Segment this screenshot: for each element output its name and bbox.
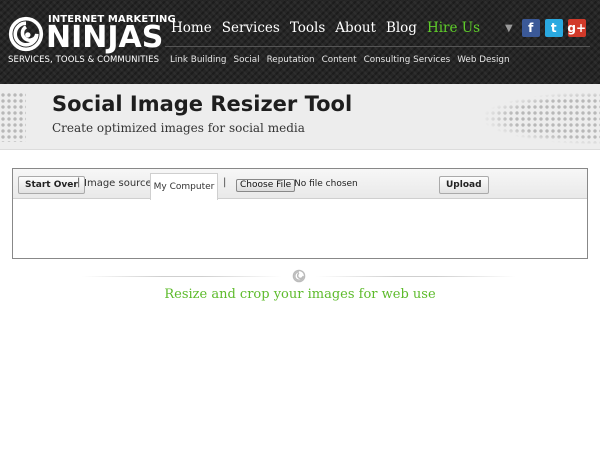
subnav-reputation[interactable]: Reputation [267, 55, 315, 65]
page-title: Social Image Resizer Tool [52, 92, 353, 116]
toolbar-separator: | [77, 177, 81, 188]
subnav-web-design[interactable]: Web Design [457, 55, 509, 65]
start-over-button[interactable]: Start Over [18, 176, 85, 194]
decorative-dots-left [0, 92, 26, 142]
section-divider-left [82, 276, 282, 277]
resizer-tool-panel: Start Over | Image source: My Computer |… [12, 168, 588, 259]
swirl-icon [292, 269, 306, 283]
upload-button[interactable]: Upload [439, 176, 489, 194]
triangle-down-icon[interactable]: ▼ [505, 23, 513, 34]
site-header: INTERNET MARKETING NINJAS SERVICES, TOOL… [0, 0, 600, 84]
facebook-icon[interactable]: f [521, 19, 540, 37]
decorative-dots-right [484, 92, 600, 144]
ninja-swirl-icon [8, 16, 44, 52]
section-divider-right [316, 276, 516, 277]
logo-name: NINJAS [46, 20, 164, 55]
sub-nav: Link Building Social Reputation Content … [170, 55, 510, 65]
logo-tagline: SERVICES, TOOLS & COMMUNITIES [8, 55, 160, 65]
file-status-text: No file chosen [294, 179, 358, 189]
image-source-label: Image source: [84, 178, 156, 189]
subnav-content[interactable]: Content [322, 55, 357, 65]
nav-hire-us[interactable]: Hire Us [427, 20, 480, 36]
twitter-icon[interactable]: t [544, 19, 563, 37]
social-links: ▼ f t g+ [505, 19, 586, 37]
nav-tools[interactable]: Tools [290, 20, 325, 36]
subnav-link-building[interactable]: Link Building [170, 55, 227, 65]
subnav-consulting-services[interactable]: Consulting Services [364, 55, 451, 65]
nav-divider [165, 46, 590, 47]
tool-toolbar: Start Over | Image source: My Computer |… [13, 169, 587, 200]
main-nav: Home Services Tools About Blog Hire Us [171, 20, 480, 36]
nav-home[interactable]: Home [171, 20, 212, 36]
nav-services[interactable]: Services [222, 20, 280, 36]
nav-blog[interactable]: Blog [386, 20, 417, 36]
site-logo[interactable]: INTERNET MARKETING NINJAS SERVICES, TOOL… [8, 12, 176, 70]
tool-tagline: Resize and crop your images for web use [164, 287, 436, 302]
google-plus-icon[interactable]: g+ [567, 19, 586, 37]
tab-my-computer[interactable]: My Computer [150, 173, 218, 200]
toolbar-separator: | [223, 177, 227, 188]
choose-file-button[interactable]: Choose File [236, 179, 296, 192]
nav-about[interactable]: About [335, 20, 376, 36]
subnav-social[interactable]: Social [234, 55, 260, 65]
page-subtitle: Create optimized images for social media [52, 121, 305, 135]
